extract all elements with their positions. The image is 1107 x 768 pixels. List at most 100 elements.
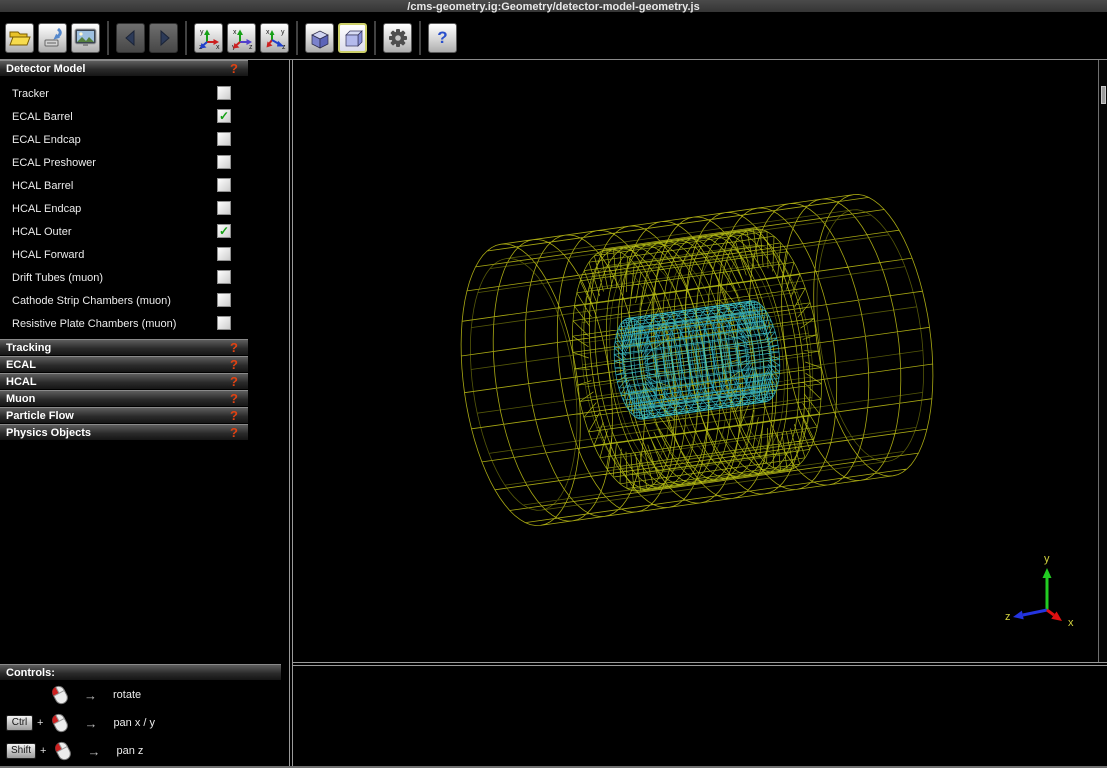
settings-button[interactable] xyxy=(383,23,412,53)
section-label: HCAL xyxy=(6,376,37,388)
help-icon[interactable]: ? xyxy=(230,341,238,354)
screenshot-icon xyxy=(74,28,98,48)
list-item-ecal-preshower[interactable]: ECAL Preshower xyxy=(0,151,248,174)
view-along-x-button[interactable]: y z x xyxy=(194,23,223,53)
checkbox[interactable] xyxy=(217,201,231,215)
list-item-hcal-forward[interactable]: HCAL Forward xyxy=(0,243,248,266)
open-file-button[interactable] xyxy=(5,23,34,53)
orthographic-cube-icon xyxy=(342,27,364,49)
toolbar-separator xyxy=(185,21,187,55)
section-header-hcal[interactable]: HCAL ? xyxy=(0,373,248,389)
checkbox[interactable] xyxy=(217,293,231,307)
control-row-rotate: → rotate xyxy=(0,681,289,709)
axis-letter: z xyxy=(249,44,253,50)
plus-glyph: + xyxy=(40,745,46,757)
checkbox[interactable] xyxy=(217,155,231,169)
checkbox[interactable] xyxy=(217,270,231,284)
list-item-ecal-barrel[interactable]: ECAL Barrel xyxy=(0,105,248,128)
orthographic-view-button[interactable] xyxy=(338,23,367,53)
forward-arrow-icon xyxy=(154,28,174,48)
section-header-muon[interactable]: Muon ? xyxy=(0,390,248,406)
control-row-pan-z: Shift + → pan z xyxy=(0,737,289,765)
bottom-panel xyxy=(293,666,1107,766)
toolbar-separator xyxy=(107,21,109,55)
mouse-left-button-icon xyxy=(48,683,72,707)
item-label: ECAL Barrel xyxy=(12,111,73,123)
back-button[interactable] xyxy=(116,23,145,53)
checkbox[interactable] xyxy=(217,109,231,123)
axis-triad-x-icon: y z x xyxy=(197,26,221,50)
scrollbar-thumb[interactable] xyxy=(1101,86,1106,104)
toolbar-separator xyxy=(296,21,298,55)
toolbar-separator xyxy=(374,21,376,55)
checkbox[interactable] xyxy=(217,86,231,100)
mouse-left-button-icon xyxy=(51,739,75,763)
screenshot-button[interactable] xyxy=(71,23,100,53)
ctrl-key-icon: Ctrl xyxy=(6,715,33,731)
section-label: Particle Flow xyxy=(6,410,74,422)
scrollbar-track[interactable] xyxy=(1098,60,1107,662)
control-row-pan-xy: Ctrl + → pan x / y xyxy=(0,709,289,737)
list-item-resistive-plate-chambers[interactable]: Resistive Plate Chambers (muon) xyxy=(0,312,248,335)
item-label: ECAL Preshower xyxy=(12,157,96,169)
perspective-view-button[interactable] xyxy=(305,23,334,53)
item-label: Drift Tubes (muon) xyxy=(12,272,103,284)
title-bar: /cms-geometry.ig:Geometry/detector-model… xyxy=(0,0,1107,14)
item-label: HCAL Outer xyxy=(12,226,72,238)
list-item-hcal-barrel[interactable]: HCAL Barrel xyxy=(0,174,248,197)
list-item-cathode-strip-chambers[interactable]: Cathode Strip Chambers (muon) xyxy=(0,289,248,312)
arrow-glyph: → xyxy=(87,744,100,759)
viewport-3d[interactable]: yzx xyxy=(293,60,1098,662)
view-along-z-button[interactable]: x y z xyxy=(260,23,289,53)
item-label: Cathode Strip Chambers (muon) xyxy=(12,295,171,307)
list-item-hcal-outer[interactable]: HCAL Outer xyxy=(0,220,248,243)
controls-panel: Controls: → rotate Ctrl + xyxy=(0,664,289,768)
toolbar: y z x x y z xyxy=(0,16,1107,60)
section-header-detector-model[interactable]: Detector Model ? xyxy=(0,60,248,76)
window-title: /cms-geometry.ig:Geometry/detector-model… xyxy=(407,1,699,13)
detector-wireframe: yzx xyxy=(293,60,1098,662)
axis-letter: z xyxy=(282,44,286,50)
list-item-drift-tubes[interactable]: Drift Tubes (muon) xyxy=(0,266,248,289)
item-label: HCAL Forward xyxy=(12,249,84,261)
axis-letter: y xyxy=(200,29,204,36)
help-icon[interactable]: ? xyxy=(230,409,238,422)
list-item-hcal-endcap[interactable]: HCAL Endcap xyxy=(0,197,248,220)
help-icon[interactable]: ? xyxy=(230,375,238,388)
section-header-tracking[interactable]: Tracking ? xyxy=(0,339,248,355)
help-icon[interactable]: ? xyxy=(230,426,238,439)
item-label: Resistive Plate Chambers (muon) xyxy=(12,318,176,330)
arrow-glyph: → xyxy=(84,688,97,703)
view-along-y-button[interactable]: x y z xyxy=(227,23,256,53)
item-label: HCAL Barrel xyxy=(12,180,73,192)
help-icon[interactable]: ? xyxy=(230,392,238,405)
controls-header: Controls: xyxy=(0,664,281,680)
perspective-cube-icon xyxy=(309,27,331,49)
gear-icon xyxy=(387,27,409,49)
shift-key-icon: Shift xyxy=(6,743,36,759)
checkbox[interactable] xyxy=(217,316,231,330)
checkbox[interactable] xyxy=(217,178,231,192)
mouse-left-button-icon xyxy=(48,711,72,735)
section-header-particle-flow[interactable]: Particle Flow ? xyxy=(0,407,248,423)
help-icon[interactable]: ? xyxy=(230,358,238,371)
svg-text:x: x xyxy=(1068,617,1074,629)
list-item-tracker[interactable]: Tracker xyxy=(0,82,248,105)
control-action-label: rotate xyxy=(113,689,141,701)
help-icon[interactable]: ? xyxy=(230,62,238,75)
axis-triad-y-icon: x y z xyxy=(230,26,254,50)
checkbox[interactable] xyxy=(217,224,231,238)
section-header-physics-objects[interactable]: Physics Objects ? xyxy=(0,424,248,440)
section-header-ecal[interactable]: ECAL ? xyxy=(0,356,248,372)
forward-button[interactable] xyxy=(149,23,178,53)
help-button[interactable]: ? xyxy=(428,23,457,53)
checkbox[interactable] xyxy=(217,132,231,146)
folder-open-icon xyxy=(8,28,32,48)
import-file-button[interactable] xyxy=(38,23,67,53)
axis-letter: x xyxy=(216,44,220,50)
svg-text:y: y xyxy=(1044,553,1050,565)
list-item-ecal-endcap[interactable]: ECAL Endcap xyxy=(0,128,248,151)
section-label: Detector Model xyxy=(6,63,85,75)
checkbox[interactable] xyxy=(217,247,231,261)
section-label: Physics Objects xyxy=(6,427,91,439)
